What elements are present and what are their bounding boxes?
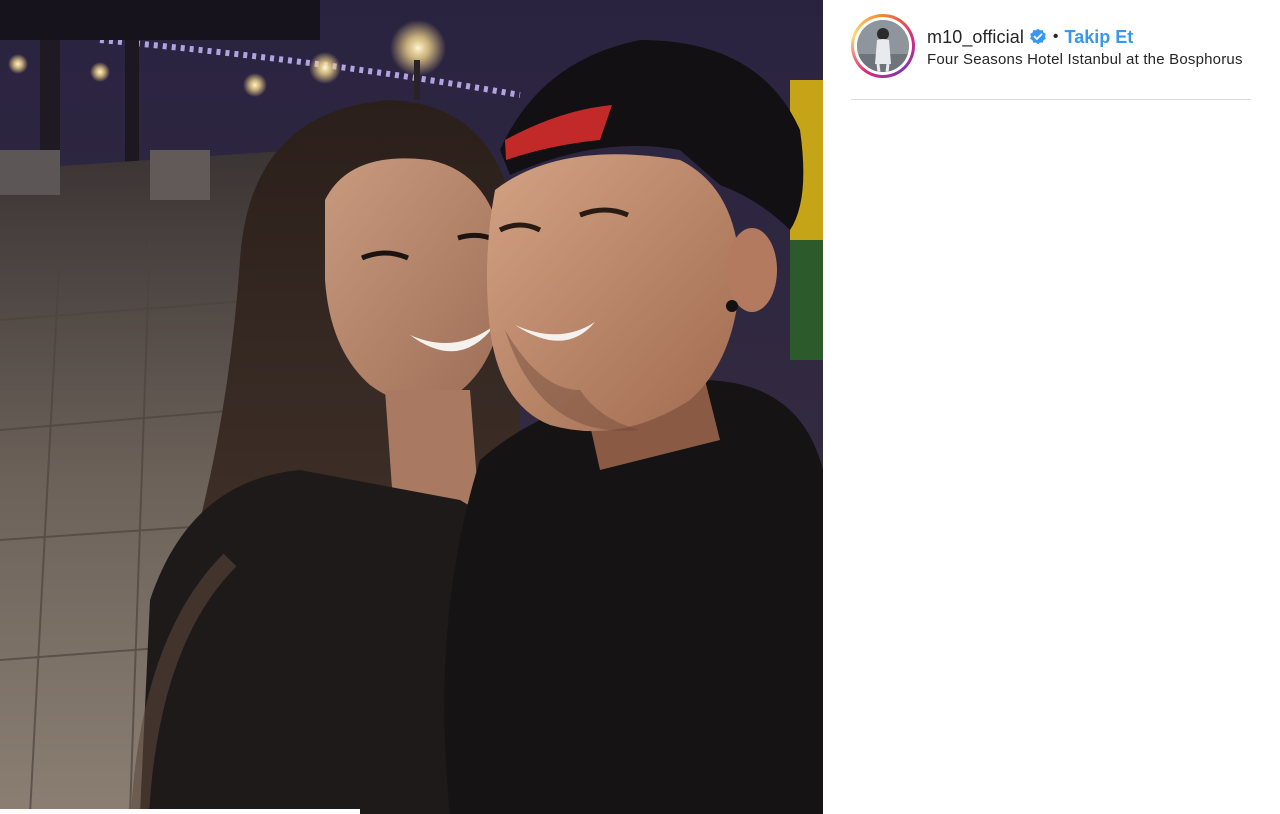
location-link[interactable]: Four Seasons Hotel Istanbul at the Bosph… <box>927 51 1252 68</box>
photo-illustration <box>0 0 823 814</box>
separator-dot: • <box>1052 28 1059 45</box>
photo-bottom-strip <box>0 809 360 814</box>
post-photo[interactable] <box>0 0 823 814</box>
username-link[interactable]: m10_official <box>927 27 1024 48</box>
verified-badge-icon <box>1029 28 1047 46</box>
avatar-image <box>857 20 909 72</box>
avatar[interactable] <box>857 20 909 72</box>
instagram-post: m10_official • Takip Et Four Seasons Hot… <box>0 0 1280 814</box>
follow-button[interactable]: Takip Et <box>1065 27 1134 48</box>
header-text: m10_official • Takip Et Four Seasons Hot… <box>927 26 1257 69</box>
header-line: m10_official • Takip Et <box>927 26 1257 48</box>
post-side-panel: m10_official • Takip Et Four Seasons Hot… <box>823 0 1280 814</box>
story-ring[interactable] <box>851 14 915 78</box>
post-header: m10_official • Takip Et Four Seasons Hot… <box>851 14 1251 100</box>
